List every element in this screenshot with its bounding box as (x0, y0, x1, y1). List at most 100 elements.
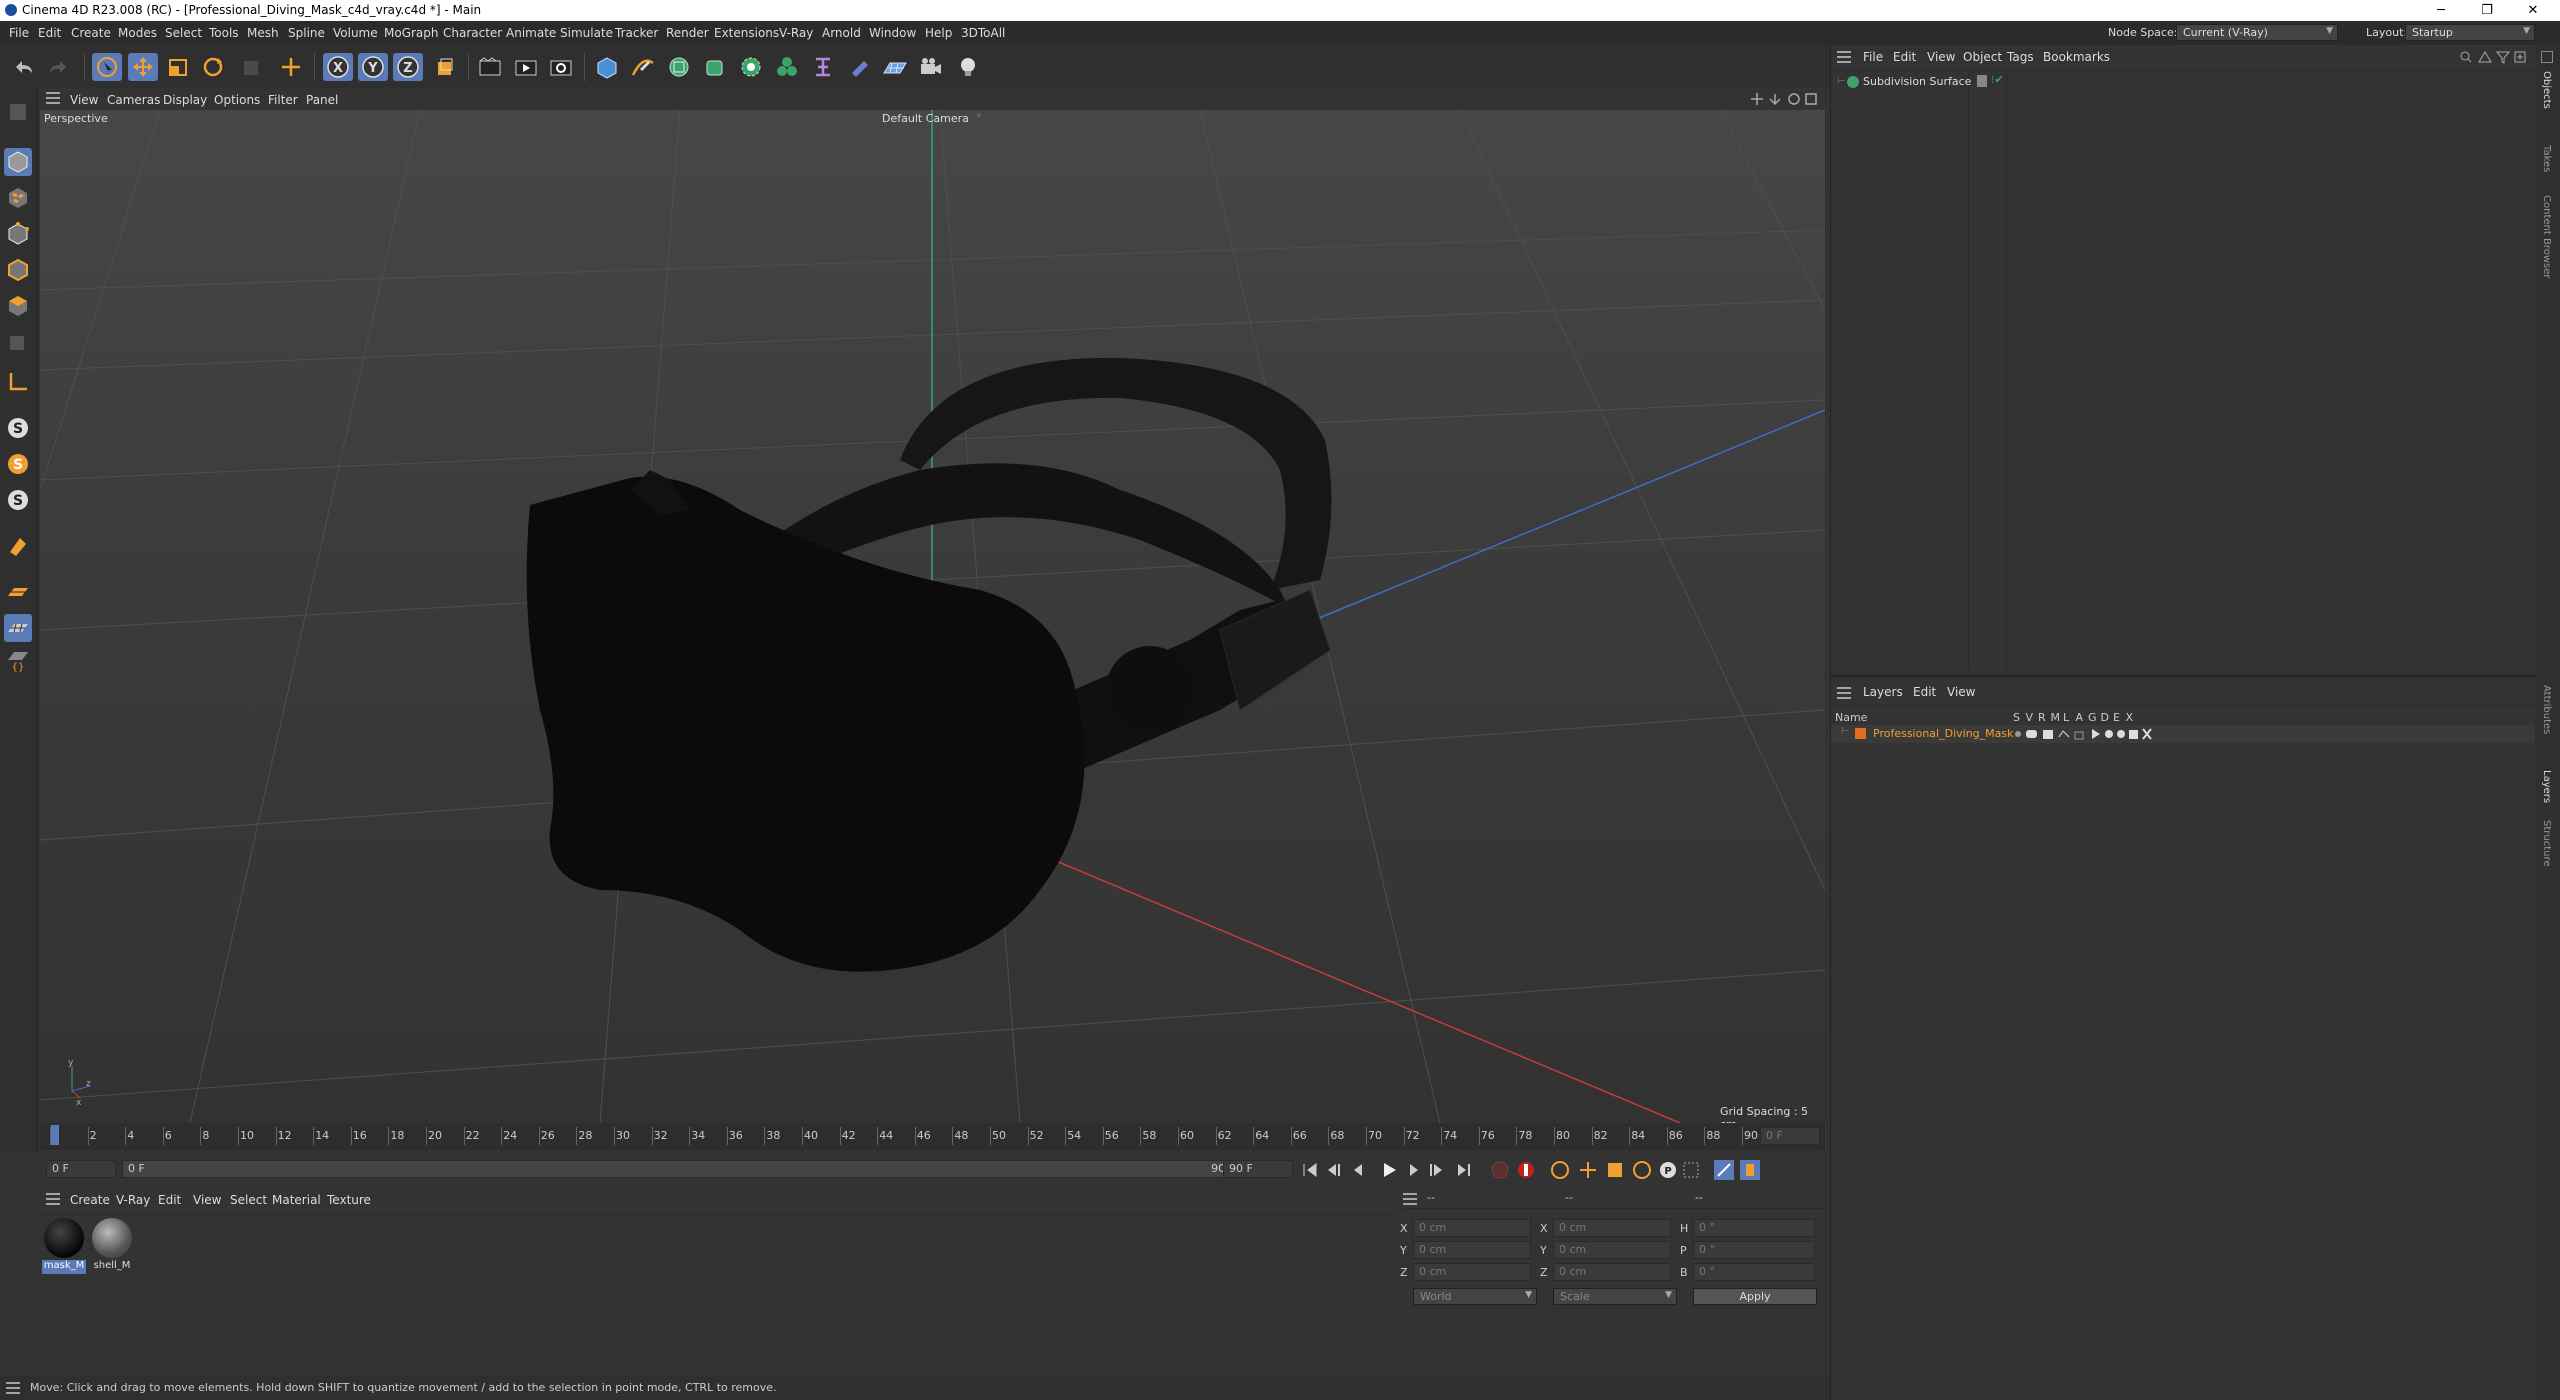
menu-character[interactable]: Character (443, 26, 502, 40)
material-menu-edit[interactable]: Edit (158, 1193, 181, 1207)
size-y-field[interactable]: 0 cm (1553, 1241, 1671, 1259)
playback-controls[interactable]: P (1300, 1158, 1800, 1182)
render-view-icon[interactable] (475, 53, 505, 81)
layer-column-header[interactable]: E (2113, 711, 2120, 724)
live-selection-icon[interactable] (92, 53, 122, 81)
close-button[interactable]: ✕ (2510, 0, 2556, 21)
pos-z-field[interactable]: 0 cm (1413, 1263, 1531, 1281)
menu-animate[interactable]: Animate (506, 26, 556, 40)
material-swatch[interactable]: mask_M (42, 1216, 86, 1276)
make-editable-icon[interactable] (4, 98, 32, 126)
hamburger-icon[interactable] (1837, 51, 1851, 63)
tab-layers[interactable]: Layers (2541, 770, 2552, 803)
coordinate-space-select[interactable]: World ▼ (1413, 1288, 1537, 1305)
uv-mode-icon[interactable] (4, 330, 32, 358)
end-frame-field[interactable]: 90 F (1223, 1160, 1293, 1178)
move-tool-icon[interactable] (128, 53, 158, 81)
layer-column-header[interactable]: A (2076, 711, 2084, 724)
menu-tracker[interactable]: Tracker (615, 26, 658, 40)
tab-takes[interactable]: Takes (2541, 145, 2552, 172)
layout-select[interactable]: Startup ▼ (2405, 24, 2535, 41)
hamburger-icon[interactable] (46, 1193, 60, 1205)
menu-mesh[interactable]: Mesh (247, 26, 279, 40)
panel-menu-icon[interactable] (2541, 51, 2553, 63)
layer-column-header[interactable]: G (2088, 711, 2097, 724)
viewport-nav-icons[interactable] (1750, 92, 1820, 106)
object-menu-edit[interactable]: Edit (1893, 50, 1916, 64)
node-space-select[interactable]: Current (V-Ray) ▼ (2176, 24, 2338, 41)
layer-menu-view[interactable]: View (1947, 685, 1975, 699)
light-icon[interactable] (953, 53, 983, 81)
menu-vray[interactable]: V-Ray (779, 26, 813, 40)
material-menu-create[interactable]: Create (70, 1193, 110, 1207)
viewport-menu-view[interactable]: View (70, 93, 98, 107)
snap-settings-icon[interactable]: S (4, 450, 32, 478)
layer-tag-icon[interactable] (1977, 75, 1987, 87)
menu-volume[interactable]: Volume (333, 26, 378, 40)
transform-mode-select[interactable]: Scale ▼ (1553, 1288, 1677, 1305)
pen-spline-icon[interactable] (628, 53, 658, 81)
deformer-icon[interactable] (808, 53, 838, 81)
size-x-field[interactable]: 0 cm (1553, 1219, 1671, 1237)
subdivision-surface-icon[interactable] (664, 53, 694, 81)
viewport-3d[interactable]: Perspective Default Camera ◦ Grid Spacin… (40, 110, 1825, 1123)
object-row[interactable]: ⊢ Subdivision Surface ⁝✔ (1837, 73, 2537, 91)
object-menu-tags[interactable]: Tags (2007, 50, 2034, 64)
tab-attributes[interactable]: Attributes (2541, 685, 2552, 734)
object-menu-bookmarks[interactable]: Bookmarks (2043, 50, 2110, 64)
cloner-icon[interactable] (736, 53, 766, 81)
edges-mode-icon[interactable] (4, 256, 32, 284)
tab-content-browser[interactable]: Content Browser (2541, 195, 2552, 278)
layer-column-header[interactable]: D (2101, 711, 2109, 724)
tab-structure[interactable]: Structure (2541, 820, 2552, 867)
floor-icon[interactable] (880, 53, 910, 81)
menu-mograph[interactable]: MoGraph (384, 26, 439, 40)
layer-column-header[interactable]: L (2063, 711, 2069, 724)
x-axis-lock-button[interactable]: X (323, 53, 353, 81)
layer-column-header[interactable]: V (2026, 711, 2034, 724)
model-mode-icon[interactable] (4, 148, 32, 176)
material-menu-select[interactable]: Select (230, 1193, 267, 1207)
snap-workplane-icon[interactable]: S (4, 486, 32, 514)
snap-icon[interactable]: S (4, 414, 32, 442)
pos-x-field[interactable]: 0 cm (1413, 1219, 1531, 1237)
menu-file[interactable]: File (9, 26, 29, 40)
recent-tools-icon[interactable] (236, 53, 266, 81)
menu-select[interactable]: Select (165, 26, 202, 40)
layer-column-header[interactable]: M (2051, 711, 2061, 724)
frame-range-slider[interactable]: 0 F 90 F (122, 1160, 1242, 1178)
cube-icon[interactable] (592, 53, 622, 81)
menu-arnold[interactable]: Arnold (822, 26, 861, 40)
object-manager-tools[interactable] (2459, 50, 2533, 64)
material-menu-material[interactable]: Material (272, 1193, 321, 1207)
current-frame-field[interactable]: 0 F (1760, 1127, 1820, 1145)
menu-tools[interactable]: Tools (209, 26, 239, 40)
menu-simulate[interactable]: Simulate (560, 26, 613, 40)
pos-y-field[interactable]: 0 cm (1413, 1241, 1531, 1259)
viewport-menu-display[interactable]: Display (163, 93, 207, 107)
viewport-menu-cameras[interactable]: Cameras (107, 93, 160, 107)
menu-3dtoall[interactable]: 3DToAll (961, 26, 1005, 40)
add-object-icon[interactable] (276, 53, 306, 81)
points-mode-icon[interactable] (4, 220, 32, 248)
grid-icon[interactable] (4, 614, 32, 642)
layer-column-header[interactable]: R (2038, 711, 2046, 724)
playhead[interactable] (51, 1125, 59, 1145)
maximize-button[interactable]: ❐ (2464, 0, 2510, 21)
apply-button[interactable]: Apply (1693, 1288, 1817, 1305)
object-menu-view[interactable]: View (1927, 50, 1955, 64)
tab-objects[interactable]: Objects (2541, 71, 2552, 109)
rot-b-field[interactable]: 0 ° (1693, 1263, 1815, 1281)
object-menu-object[interactable]: Object (1963, 50, 2002, 64)
layer-row[interactable]: ⊢ Professional_Diving_Mask (1831, 725, 2536, 743)
diving-mask-model[interactable] (40, 110, 1825, 1123)
rot-h-field[interactable]: 0 ° (1693, 1219, 1815, 1237)
material-menu-texture[interactable]: Texture (327, 1193, 371, 1207)
size-z-field[interactable]: 0 cm (1553, 1263, 1671, 1281)
menu-render[interactable]: Render (666, 26, 709, 40)
viewport-menu-panel[interactable]: Panel (306, 93, 338, 107)
camera-icon[interactable] (916, 53, 946, 81)
timeline-ruler[interactable]: 0246810121416182022242628303234363840424… (40, 1123, 1825, 1150)
tweak-mode-icon[interactable] (4, 532, 32, 560)
field-icon[interactable] (844, 53, 874, 81)
